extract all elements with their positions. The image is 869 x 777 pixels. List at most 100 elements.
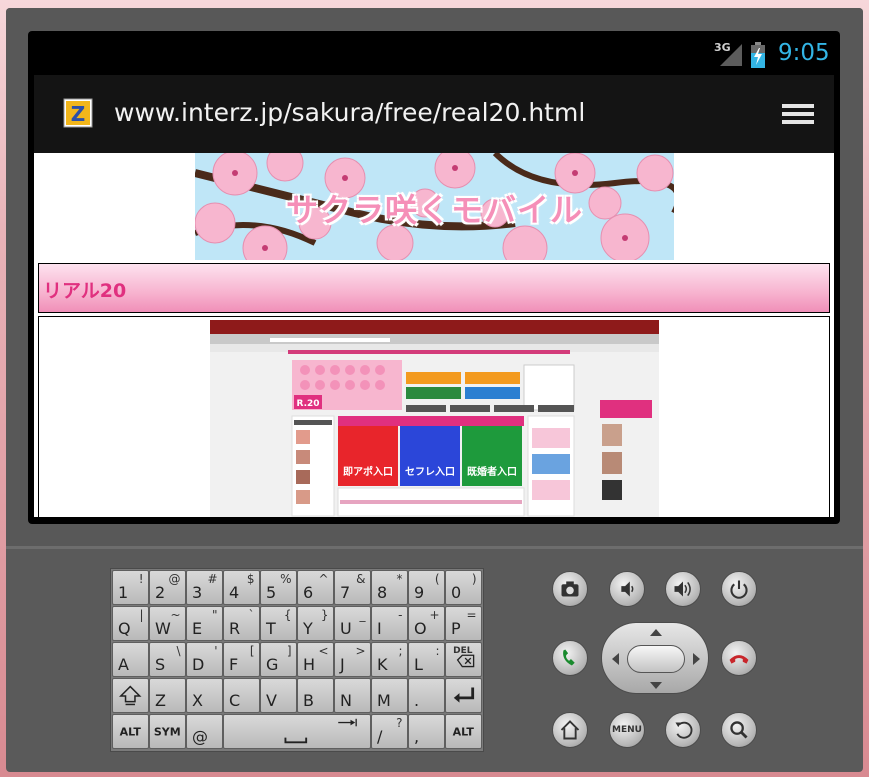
search-button[interactable]	[721, 712, 757, 748]
key-h[interactable]: H <	[297, 642, 334, 677]
signal-icon	[720, 44, 742, 66]
key-c[interactable]: C	[223, 678, 260, 713]
sakura-banner[interactable]: サクラ咲くモバイル	[195, 153, 674, 260]
camera-button[interactable]	[552, 571, 588, 607]
key-e[interactable]: E "	[186, 606, 223, 641]
space-icon	[284, 718, 357, 744]
key-f[interactable]: F[	[223, 642, 260, 677]
power-button[interactable]	[721, 571, 757, 607]
key-l[interactable]: L:	[408, 642, 445, 677]
key-f-alt-label: [	[249, 644, 255, 658]
end-call-icon	[729, 655, 749, 664]
key-s[interactable]: S \	[149, 642, 186, 677]
key-comma[interactable]: ,	[408, 714, 445, 749]
key-4-label: 4	[229, 583, 240, 602]
key-m[interactable]: M	[371, 678, 408, 713]
key-shift[interactable]	[112, 678, 149, 713]
key-i-alt-label: -	[398, 608, 403, 622]
key-5-label: 5	[266, 583, 277, 602]
key-3-alt-label: #	[207, 572, 218, 586]
key-w-label: W	[155, 619, 171, 638]
key-alt-left-label: ALT	[119, 725, 141, 738]
key-9-label: 9	[414, 583, 425, 602]
menu-button[interactable]: MENU	[609, 712, 645, 748]
key-6[interactable]: 6 ^	[297, 570, 334, 605]
url-text[interactable]: www.interz.jp/sakura/free/real20.html	[114, 98, 585, 127]
key-n[interactable]: N	[334, 678, 371, 713]
key-z[interactable]: Z	[149, 678, 186, 713]
key-9[interactable]: 9(	[408, 570, 445, 605]
key-o-label: O	[414, 619, 427, 638]
key-i[interactable]: I-	[371, 606, 408, 641]
key-1-label: 1	[118, 583, 129, 602]
home-button[interactable]	[552, 712, 588, 748]
key-b[interactable]: B	[297, 678, 334, 713]
key-slash[interactable]: /?	[371, 714, 408, 749]
key-r[interactable]: R `	[223, 606, 260, 641]
key-sym[interactable]: SYM	[149, 714, 186, 749]
key-w[interactable]: W ~	[149, 606, 186, 641]
key-f-label: F	[229, 655, 239, 674]
key-0-label: 0	[451, 583, 462, 602]
key-z-label: Z	[155, 691, 166, 710]
key-at[interactable]: @	[186, 714, 223, 749]
site-screenshot-image[interactable]: R.20 即アポ入口 セフレ入口 既婚者入口	[210, 320, 659, 517]
key-3[interactable]: 3 #	[186, 570, 223, 605]
back-button[interactable]	[665, 712, 701, 748]
menu-icon[interactable]	[780, 100, 816, 130]
key-y[interactable]: Y}	[297, 606, 334, 641]
key-5-alt-label: %	[280, 572, 292, 586]
key-t[interactable]: T{	[260, 606, 297, 641]
key-4[interactable]: 4 $	[223, 570, 260, 605]
svg-text:Z: Z	[71, 102, 86, 126]
key-2[interactable]: 2 @	[149, 570, 186, 605]
key-alt-left[interactable]: ALT	[112, 714, 149, 749]
key-j-alt-label: >	[355, 644, 366, 658]
key-d[interactable]: D '	[186, 642, 223, 677]
key-8[interactable]: 8 *	[371, 570, 408, 605]
volume-down-button[interactable]	[609, 571, 645, 607]
key-e-label: E	[192, 619, 203, 638]
key-7[interactable]: 7 &	[334, 570, 371, 605]
key-3-label: 3	[192, 583, 203, 602]
backspace-icon	[456, 654, 475, 668]
key-e-alt-label: "	[211, 608, 218, 622]
key-1[interactable]: 1!	[112, 570, 149, 605]
key-a[interactable]: A	[112, 642, 149, 677]
key-0-alt-label: )	[471, 572, 477, 586]
key-v-label: V	[266, 691, 277, 710]
key-h-label: H	[303, 655, 316, 674]
key-4-alt-label: $	[246, 572, 255, 586]
key-g[interactable]: G]	[260, 642, 297, 677]
key-6-label: 6	[303, 583, 314, 602]
banner-title: サクラ咲くモバイル	[285, 191, 583, 229]
key-period[interactable]: .	[408, 678, 445, 713]
key-5[interactable]: 5%	[260, 570, 297, 605]
key-0[interactable]: 0)	[445, 570, 482, 605]
key-slash-alt-label: ?	[396, 716, 403, 730]
key-delete[interactable]: DEL	[445, 642, 482, 677]
dpad-center-button[interactable]	[627, 645, 685, 673]
key-k-label: K	[377, 655, 388, 674]
key-alt-right[interactable]: ALT	[445, 714, 482, 749]
key-r-label: R	[229, 619, 241, 638]
end-call-button[interactable]	[721, 640, 757, 676]
volume-up-button[interactable]	[665, 571, 701, 607]
key-o[interactable]: O +	[408, 606, 445, 641]
web-page-content: サクラ咲くモバイル リアル20 R.20 即アポ入口 セフレ入口 既婚者入口	[34, 153, 834, 517]
enter-icon	[453, 687, 475, 703]
key-r-alt-label: `	[248, 608, 255, 622]
key-j[interactable]: J >	[334, 642, 371, 677]
key-p[interactable]: P =	[445, 606, 482, 641]
key-b-label: B	[303, 691, 314, 710]
key-enter[interactable]	[445, 678, 482, 713]
key-u[interactable]: U _	[334, 606, 371, 641]
key-v[interactable]: V	[260, 678, 297, 713]
key-q[interactable]: Q |	[112, 606, 149, 641]
key-x[interactable]: X	[186, 678, 223, 713]
call-button[interactable]	[552, 640, 588, 676]
key-k[interactable]: K;	[371, 642, 408, 677]
section-header: リアル20	[38, 263, 830, 313]
key-space[interactable]	[223, 714, 371, 749]
battery-charging-icon	[751, 42, 765, 68]
